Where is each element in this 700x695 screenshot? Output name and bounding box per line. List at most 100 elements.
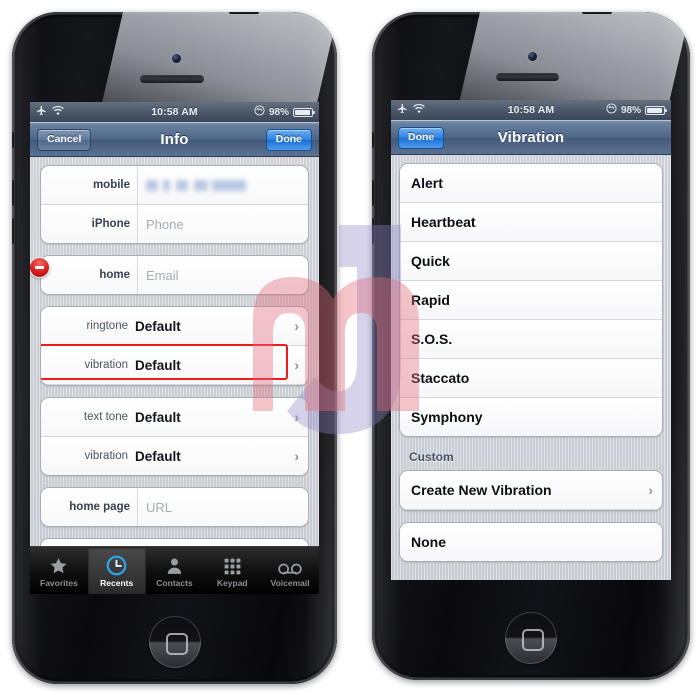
tab-keypad[interactable]: Keypad bbox=[203, 547, 261, 594]
person-icon bbox=[165, 554, 184, 576]
done-button-left[interactable]: Done bbox=[265, 129, 312, 151]
power-button[interactable] bbox=[229, 12, 259, 14]
page-title-info: Info bbox=[160, 130, 189, 148]
table-row-home-email[interactable]: home Email bbox=[41, 256, 308, 294]
vibration-label: Quick bbox=[411, 253, 450, 269]
page-title-vibration: Vibration bbox=[497, 128, 565, 146]
tab-contacts[interactable]: Contacts bbox=[146, 547, 204, 594]
vibration-value: Default bbox=[135, 357, 181, 373]
tab-bar: Favorites Recents Contacts Keypad Voicem… bbox=[30, 546, 319, 594]
vibration-label: Staccato bbox=[411, 370, 470, 386]
tab-voicemail[interactable]: Voicemail bbox=[261, 547, 319, 594]
list-item-sos[interactable]: S.O.S. bbox=[400, 320, 662, 359]
done-button-right[interactable]: Done bbox=[398, 127, 445, 149]
field-divider bbox=[137, 166, 138, 204]
screenshot-stage: 10:58 AM 98% Cancel Info Done mobile iPh… bbox=[0, 0, 700, 695]
mute-switch[interactable] bbox=[12, 132, 14, 148]
field-label: mobile bbox=[92, 179, 130, 191]
field-group-email: home Email bbox=[40, 255, 309, 295]
chevron-right-icon: › bbox=[294, 357, 299, 373]
vibration-label: Alert bbox=[411, 175, 443, 191]
table-row-iphone[interactable]: iPhone Phone bbox=[41, 205, 308, 243]
tab-recents[interactable]: Recents bbox=[87, 547, 146, 594]
tab-label: Keypad bbox=[216, 577, 248, 588]
volume-down-button[interactable] bbox=[372, 218, 374, 244]
vibration-label: None bbox=[411, 534, 446, 550]
home-square-icon bbox=[522, 629, 544, 651]
star-icon bbox=[48, 554, 69, 576]
vibration-standard-group: Alert Heartbeat Quick Rapid S.O.S. Stacc… bbox=[399, 163, 663, 437]
mobile-number-value-blurred bbox=[146, 179, 308, 191]
rotation-lock-icon bbox=[254, 105, 265, 119]
table-row-vibration-call[interactable]: vibration Default › bbox=[41, 346, 308, 385]
status-bar-right: 10:58 AM 98% bbox=[391, 100, 671, 120]
contact-info-form: mobile iPhone Phone home Email ringtone … bbox=[30, 157, 319, 594]
rotation-lock-icon bbox=[606, 103, 617, 117]
text-tone-value: Default bbox=[135, 409, 181, 425]
chevron-right-icon: › bbox=[648, 482, 653, 498]
cancel-button[interactable]: Cancel bbox=[37, 129, 92, 151]
vibration-label: Rapid bbox=[411, 292, 450, 308]
screen-left: 10:58 AM 98% Cancel Info Done mobile iPh… bbox=[30, 102, 319, 594]
nav-bar-right: Done Vibration bbox=[391, 120, 671, 155]
field-label: home page bbox=[69, 501, 130, 513]
nav-bar-left: Cancel Info Done bbox=[30, 122, 319, 157]
clock-icon bbox=[106, 554, 127, 576]
chevron-right-icon: › bbox=[294, 318, 299, 334]
battery-percent-left: 98% bbox=[268, 106, 289, 118]
volume-up-button[interactable] bbox=[12, 180, 14, 206]
tab-label: Favorites bbox=[40, 577, 78, 588]
email-input[interactable]: Email bbox=[138, 268, 308, 283]
list-item-staccato[interactable]: Staccato bbox=[400, 359, 662, 398]
list-item-none[interactable]: None bbox=[400, 523, 662, 561]
tab-label: Recents bbox=[100, 577, 134, 588]
list-item-heartbeat[interactable]: Heartbeat bbox=[400, 203, 662, 242]
mute-switch[interactable] bbox=[372, 132, 374, 148]
tab-label: Voicemail bbox=[270, 577, 310, 588]
chevron-right-icon: › bbox=[294, 448, 299, 464]
url-input[interactable]: URL bbox=[138, 500, 308, 515]
home-button-right[interactable] bbox=[505, 612, 557, 664]
vibration-label: Create New Vibration bbox=[411, 482, 552, 498]
home-button-left[interactable] bbox=[149, 616, 201, 668]
list-item-create-new-vibration[interactable]: Create New Vibration › bbox=[400, 471, 662, 510]
field-group-homepage: home page URL bbox=[40, 487, 309, 527]
table-row-home-page[interactable]: home page URL bbox=[41, 488, 308, 526]
remove-field-icon[interactable] bbox=[30, 257, 50, 278]
ringtone-value: Default bbox=[135, 318, 181, 334]
battery-icon bbox=[293, 107, 315, 117]
volume-down-button[interactable] bbox=[12, 218, 14, 244]
battery-percent-right: 98% bbox=[620, 104, 641, 116]
field-label: iPhone bbox=[91, 218, 130, 230]
iphone-device-right: 10:58 AM 98% Done Vibration Alert Heartb… bbox=[372, 12, 690, 680]
vibration-label: vibration bbox=[84, 450, 128, 462]
phone-input[interactable]: Phone bbox=[138, 217, 308, 232]
front-camera-icon bbox=[528, 52, 537, 61]
screen-right: 10:58 AM 98% Done Vibration Alert Heartb… bbox=[391, 100, 671, 580]
volume-up-button[interactable] bbox=[372, 180, 374, 206]
text-tone-label: text tone bbox=[83, 411, 128, 423]
field-group-ringtone: ringtone Default › vibration Default › bbox=[40, 306, 309, 386]
list-item-rapid[interactable]: Rapid bbox=[400, 281, 662, 320]
section-header-custom: Custom bbox=[409, 450, 454, 464]
tab-favorites[interactable]: Favorites bbox=[30, 547, 88, 594]
list-item-quick[interactable]: Quick bbox=[400, 242, 662, 281]
field-group-phone: mobile iPhone Phone bbox=[40, 165, 309, 244]
tab-label: Contacts bbox=[156, 577, 193, 588]
table-row-vibration-text[interactable]: vibration Default › bbox=[41, 437, 308, 475]
list-item-symphony[interactable]: Symphony bbox=[400, 398, 662, 436]
status-bar-left: 10:58 AM 98% bbox=[30, 102, 319, 122]
table-row-mobile[interactable]: mobile bbox=[41, 166, 308, 205]
vibration-custom-group: Create New Vibration › bbox=[399, 470, 663, 511]
earpiece-speaker bbox=[140, 75, 204, 83]
earpiece-speaker bbox=[496, 73, 559, 81]
table-row-ringtone[interactable]: ringtone Default › bbox=[41, 307, 308, 346]
ringtone-label: ringtone bbox=[86, 320, 128, 332]
vibration-settings-list: Alert Heartbeat Quick Rapid S.O.S. Stacc… bbox=[391, 155, 671, 580]
table-row-text-tone[interactable]: text tone Default › bbox=[41, 398, 308, 437]
vibration-label: vibration bbox=[84, 359, 128, 371]
voicemail-icon bbox=[278, 554, 302, 576]
keypad-icon bbox=[223, 554, 242, 576]
power-button[interactable] bbox=[582, 12, 612, 14]
list-item-alert[interactable]: Alert bbox=[400, 164, 662, 203]
